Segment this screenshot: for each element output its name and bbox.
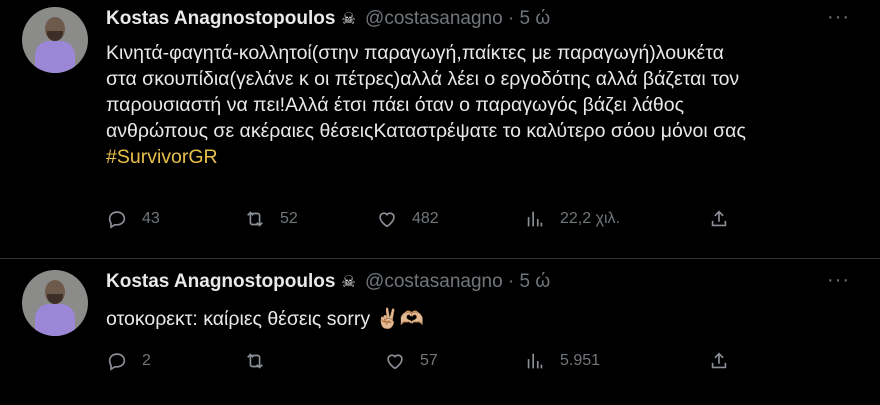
retweet-count: 52 [280,210,298,227]
hashtag-link[interactable]: #SurvivorGR [106,144,746,170]
tweet-actions: 2 57 5.951 [106,350,746,374]
views-icon [527,211,543,227]
display-name[interactable]: Kostas Anagnostopoulos [106,271,335,292]
more-options-icon[interactable]: ··· [827,269,850,292]
like-button[interactable]: 482 [376,208,439,230]
user-handle[interactable]: @costasanagno [365,271,503,292]
separator: · [507,271,515,292]
reply-button[interactable]: 43 [106,208,160,230]
retweet-button[interactable] [244,350,280,372]
retweet-icon [247,211,263,227]
more-options-icon[interactable]: ··· [827,6,850,29]
display-name[interactable]: Kostas Anagnostopoulos [106,8,335,29]
tweet-text: οτοκορεκτ: καίριες θέσεις sorry ✌🏼🫶🏼 [106,308,425,330]
retweet-button[interactable]: 52 [244,208,298,230]
timestamp[interactable]: 5 ώ [520,271,551,292]
share-button[interactable] [708,350,730,372]
retweet-icon [247,353,263,369]
skull-icon: ☠ [341,11,356,28]
views-icon [527,353,543,369]
view-count: 5.951 [560,352,601,369]
reply-count: 43 [142,210,160,227]
share-icon [711,352,727,369]
avatar[interactable] [22,7,88,73]
like-count: 482 [412,210,439,227]
reply-icon [108,353,126,371]
share-icon [711,210,727,227]
tweet-text-line: ανθρώπους σε ακέραιες θέσειςΚαταστρέψατε… [106,120,746,142]
tweet-text-line: στα σκουπίδια(γελάνε κ οι πέτρες)αλλά λέ… [106,68,740,90]
separator: · [507,8,515,29]
like-count: 57 [420,352,438,369]
reply-icon [108,211,126,229]
tweet[interactable]: Kostas Anagnostopoulos ☠ @costasanagno · … [0,0,880,259]
tweet-actions: 43 52 482 22,2 χιλ. [106,208,746,232]
skull-icon: ☠ [341,274,356,291]
avatar[interactable] [22,270,88,336]
tweet[interactable]: Kostas Anagnostopoulos ☠ @costasanagno · … [0,259,880,405]
tweet-text: Κινητά-φαγητά-κολλητοί(στην παραγωγή,παί… [106,40,746,170]
share-button[interactable] [708,208,730,230]
like-button[interactable]: 57 [384,350,438,372]
tweet-header: Kostas Anagnostopoulos ☠ @costasanagno · … [106,8,550,30]
views-button[interactable]: 5.951 [524,350,600,372]
views-button[interactable]: 22,2 χιλ. [524,208,620,230]
timestamp[interactable]: 5 ώ [520,8,551,29]
tweet-text-line: παρουσιαστή να πει!Αλλά έτσι πάει όταν ο… [106,94,684,116]
tweet-text-line: Κινητά-φαγητά-κολλητοί(στην παραγωγή,παί… [106,42,724,64]
user-handle[interactable]: @costasanagno [365,8,503,29]
view-count: 22,2 χιλ. [560,210,620,227]
heart-icon [387,354,403,370]
heart-icon [379,212,395,228]
tweet-header: Kostas Anagnostopoulos ☠ @costasanagno · … [106,271,550,293]
reply-button[interactable]: 2 [106,350,151,372]
reply-count: 2 [142,352,151,369]
